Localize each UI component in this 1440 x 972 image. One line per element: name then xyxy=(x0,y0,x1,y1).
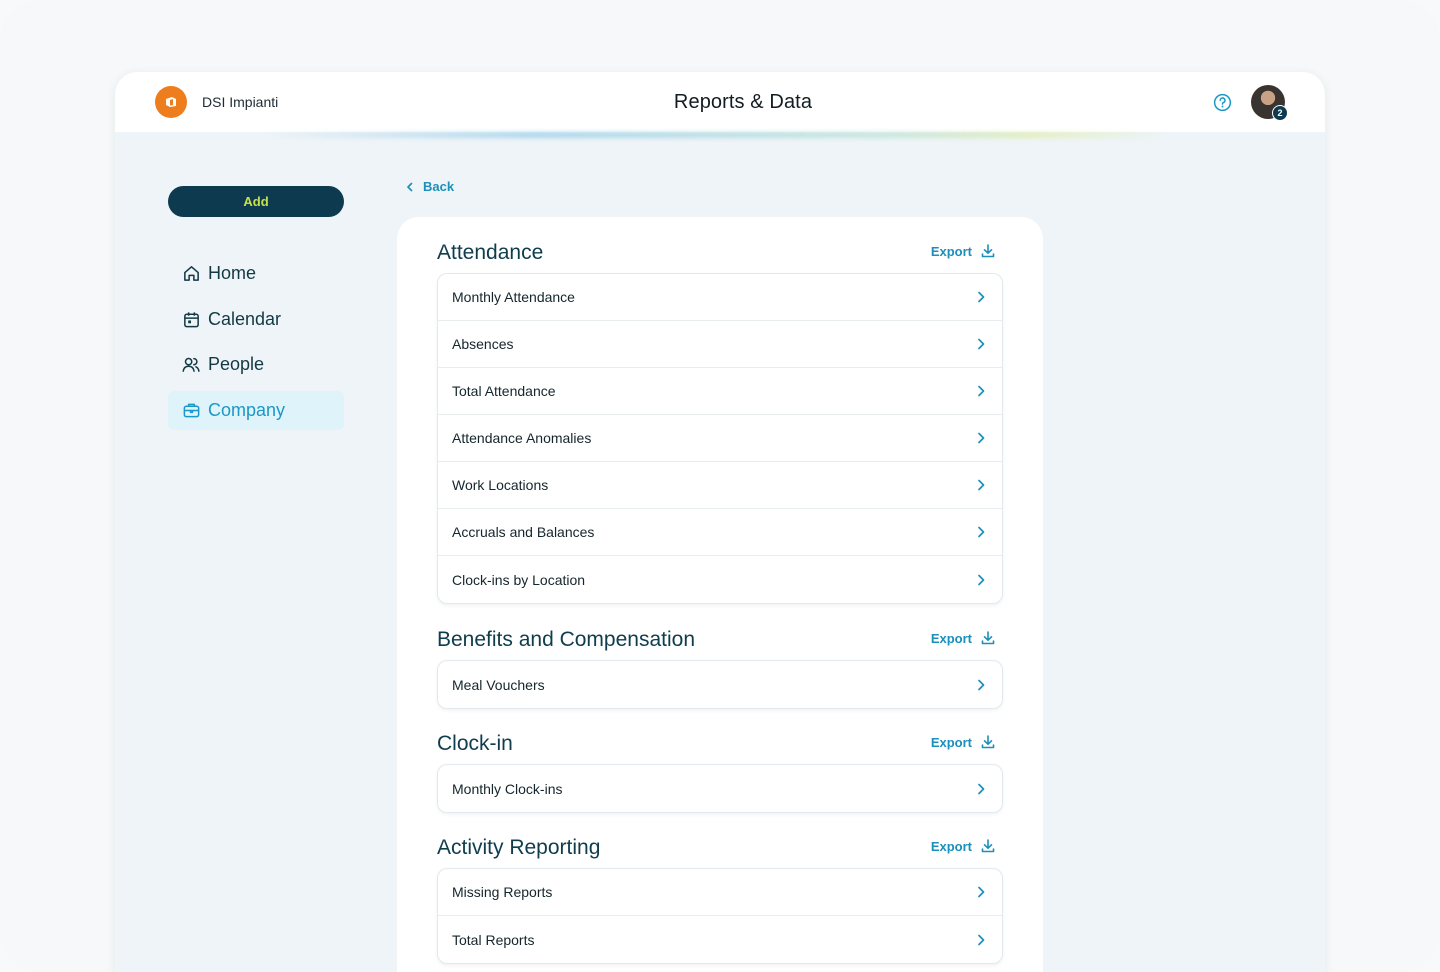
export-label: Export xyxy=(930,630,972,646)
sidebar-item-calendar[interactable]: Calendar xyxy=(168,300,344,339)
section-benefits: Benefits and Compensation Export Meal Vo… xyxy=(437,620,1003,709)
item-label: Clock-ins by Location xyxy=(452,571,586,588)
export-label: Export xyxy=(930,243,972,259)
report-list: Missing Reports Total Reports xyxy=(437,868,1003,964)
back-label: Back xyxy=(423,179,455,194)
avatar[interactable]: 2 xyxy=(1251,85,1288,121)
chevron-right-icon xyxy=(976,526,986,538)
item-label: Attendance Anomalies xyxy=(452,430,592,446)
calendar-icon xyxy=(181,309,201,329)
chevron-right-icon xyxy=(976,934,986,946)
report-list: Monthly Clock-ins xyxy=(437,764,1003,813)
item-label: Accruals and Balances xyxy=(452,524,595,540)
list-item[interactable]: Absences xyxy=(438,321,1002,368)
topbar-glow xyxy=(265,132,1165,138)
section-title: Activity Reporting xyxy=(437,836,601,859)
download-icon xyxy=(980,734,996,750)
item-label: Absences xyxy=(452,336,514,352)
section-header: Clock-in Export xyxy=(437,724,1003,764)
sidebar-item-home[interactable]: Home xyxy=(168,254,344,293)
list-item[interactable]: Total Reports xyxy=(438,916,1002,963)
reports-panel: Attendance Export Monthly Attendance Abs… xyxy=(397,217,1043,972)
section-title: Clock-in xyxy=(437,732,513,755)
section-clock-in: Clock-in Export Monthly Clock-ins xyxy=(437,724,1003,813)
help-icon[interactable] xyxy=(1213,93,1232,112)
briefcase-icon xyxy=(181,400,201,420)
add-button[interactable]: Add xyxy=(168,186,344,217)
item-label: Meal Vouchers xyxy=(452,676,545,693)
export-label: Export xyxy=(930,734,972,750)
section-header: Activity Reporting Export xyxy=(437,828,1003,868)
chevron-right-icon xyxy=(976,479,986,491)
item-label: Total Reports xyxy=(452,931,535,948)
notification-badge: 2 xyxy=(1272,105,1288,121)
top-bar: DSI Impianti Reports & Data 2 xyxy=(115,72,1325,132)
export-button[interactable]: Export xyxy=(931,838,996,854)
export-button[interactable]: Export xyxy=(931,734,996,750)
item-label: Work Locations xyxy=(452,477,549,493)
list-item[interactable]: Meal Vouchers xyxy=(438,661,1002,708)
export-label: Export xyxy=(930,838,972,854)
page-title: Reports & Data xyxy=(673,91,813,113)
app-window: DSI Impianti Reports & Data 2 Add Home C… xyxy=(115,72,1325,972)
sidebar-nav: Home Calendar People Company xyxy=(168,254,344,436)
list-item[interactable]: Work Locations xyxy=(438,462,1002,509)
sidebar-item-people[interactable]: People xyxy=(168,345,344,384)
list-item[interactable]: Total Attendance xyxy=(438,368,1002,415)
section-header: Attendance Export xyxy=(437,233,1003,273)
section-header: Benefits and Compensation Export xyxy=(437,620,1003,660)
sidebar-item-company[interactable]: Company xyxy=(168,390,344,430)
download-icon xyxy=(980,838,996,854)
download-icon xyxy=(980,243,996,259)
report-list: Monthly Attendance Absences Total Attend… xyxy=(437,273,1003,604)
list-item[interactable]: Clock-ins by Location xyxy=(438,556,1002,603)
chevron-right-icon xyxy=(976,886,986,898)
chevron-right-icon xyxy=(976,679,986,691)
section-title: Benefits and Compensation xyxy=(437,628,695,651)
list-item[interactable]: Monthly Attendance xyxy=(438,274,1002,321)
sidebar-item-label: Calendar xyxy=(208,308,282,329)
chevron-left-icon xyxy=(405,182,415,192)
report-list: Meal Vouchers xyxy=(437,660,1003,709)
section-activity-reporting: Activity Reporting Export Missing Report… xyxy=(437,828,1003,964)
chevron-right-icon xyxy=(976,291,986,303)
list-item[interactable]: Accruals and Balances xyxy=(438,509,1002,556)
list-item[interactable]: Missing Reports xyxy=(438,869,1002,916)
list-item[interactable]: Attendance Anomalies xyxy=(438,415,1002,462)
item-label: Missing Reports xyxy=(452,884,553,900)
sidebar-item-label: Home xyxy=(208,263,257,283)
item-label: Monthly Attendance xyxy=(452,289,575,305)
export-button[interactable]: Export xyxy=(931,630,996,646)
item-label: Monthly Clock-ins xyxy=(452,780,563,797)
export-button[interactable]: Export xyxy=(931,243,996,259)
chevron-right-icon xyxy=(976,432,986,444)
sidebar-item-label: Company xyxy=(208,399,286,420)
list-item[interactable]: Monthly Clock-ins xyxy=(438,765,1002,812)
section-title: Attendance xyxy=(437,241,544,264)
chevron-right-icon xyxy=(976,385,986,397)
download-icon xyxy=(980,630,996,646)
sidebar-item-label: People xyxy=(208,354,265,374)
back-link[interactable]: Back xyxy=(405,179,454,194)
home-icon xyxy=(181,264,201,284)
chevron-right-icon xyxy=(976,783,986,795)
item-label: Total Attendance xyxy=(452,383,556,399)
chevron-right-icon xyxy=(976,338,986,350)
chevron-right-icon xyxy=(976,574,986,586)
people-icon xyxy=(181,355,201,375)
section-attendance: Attendance Export Monthly Attendance Abs… xyxy=(437,233,1003,604)
